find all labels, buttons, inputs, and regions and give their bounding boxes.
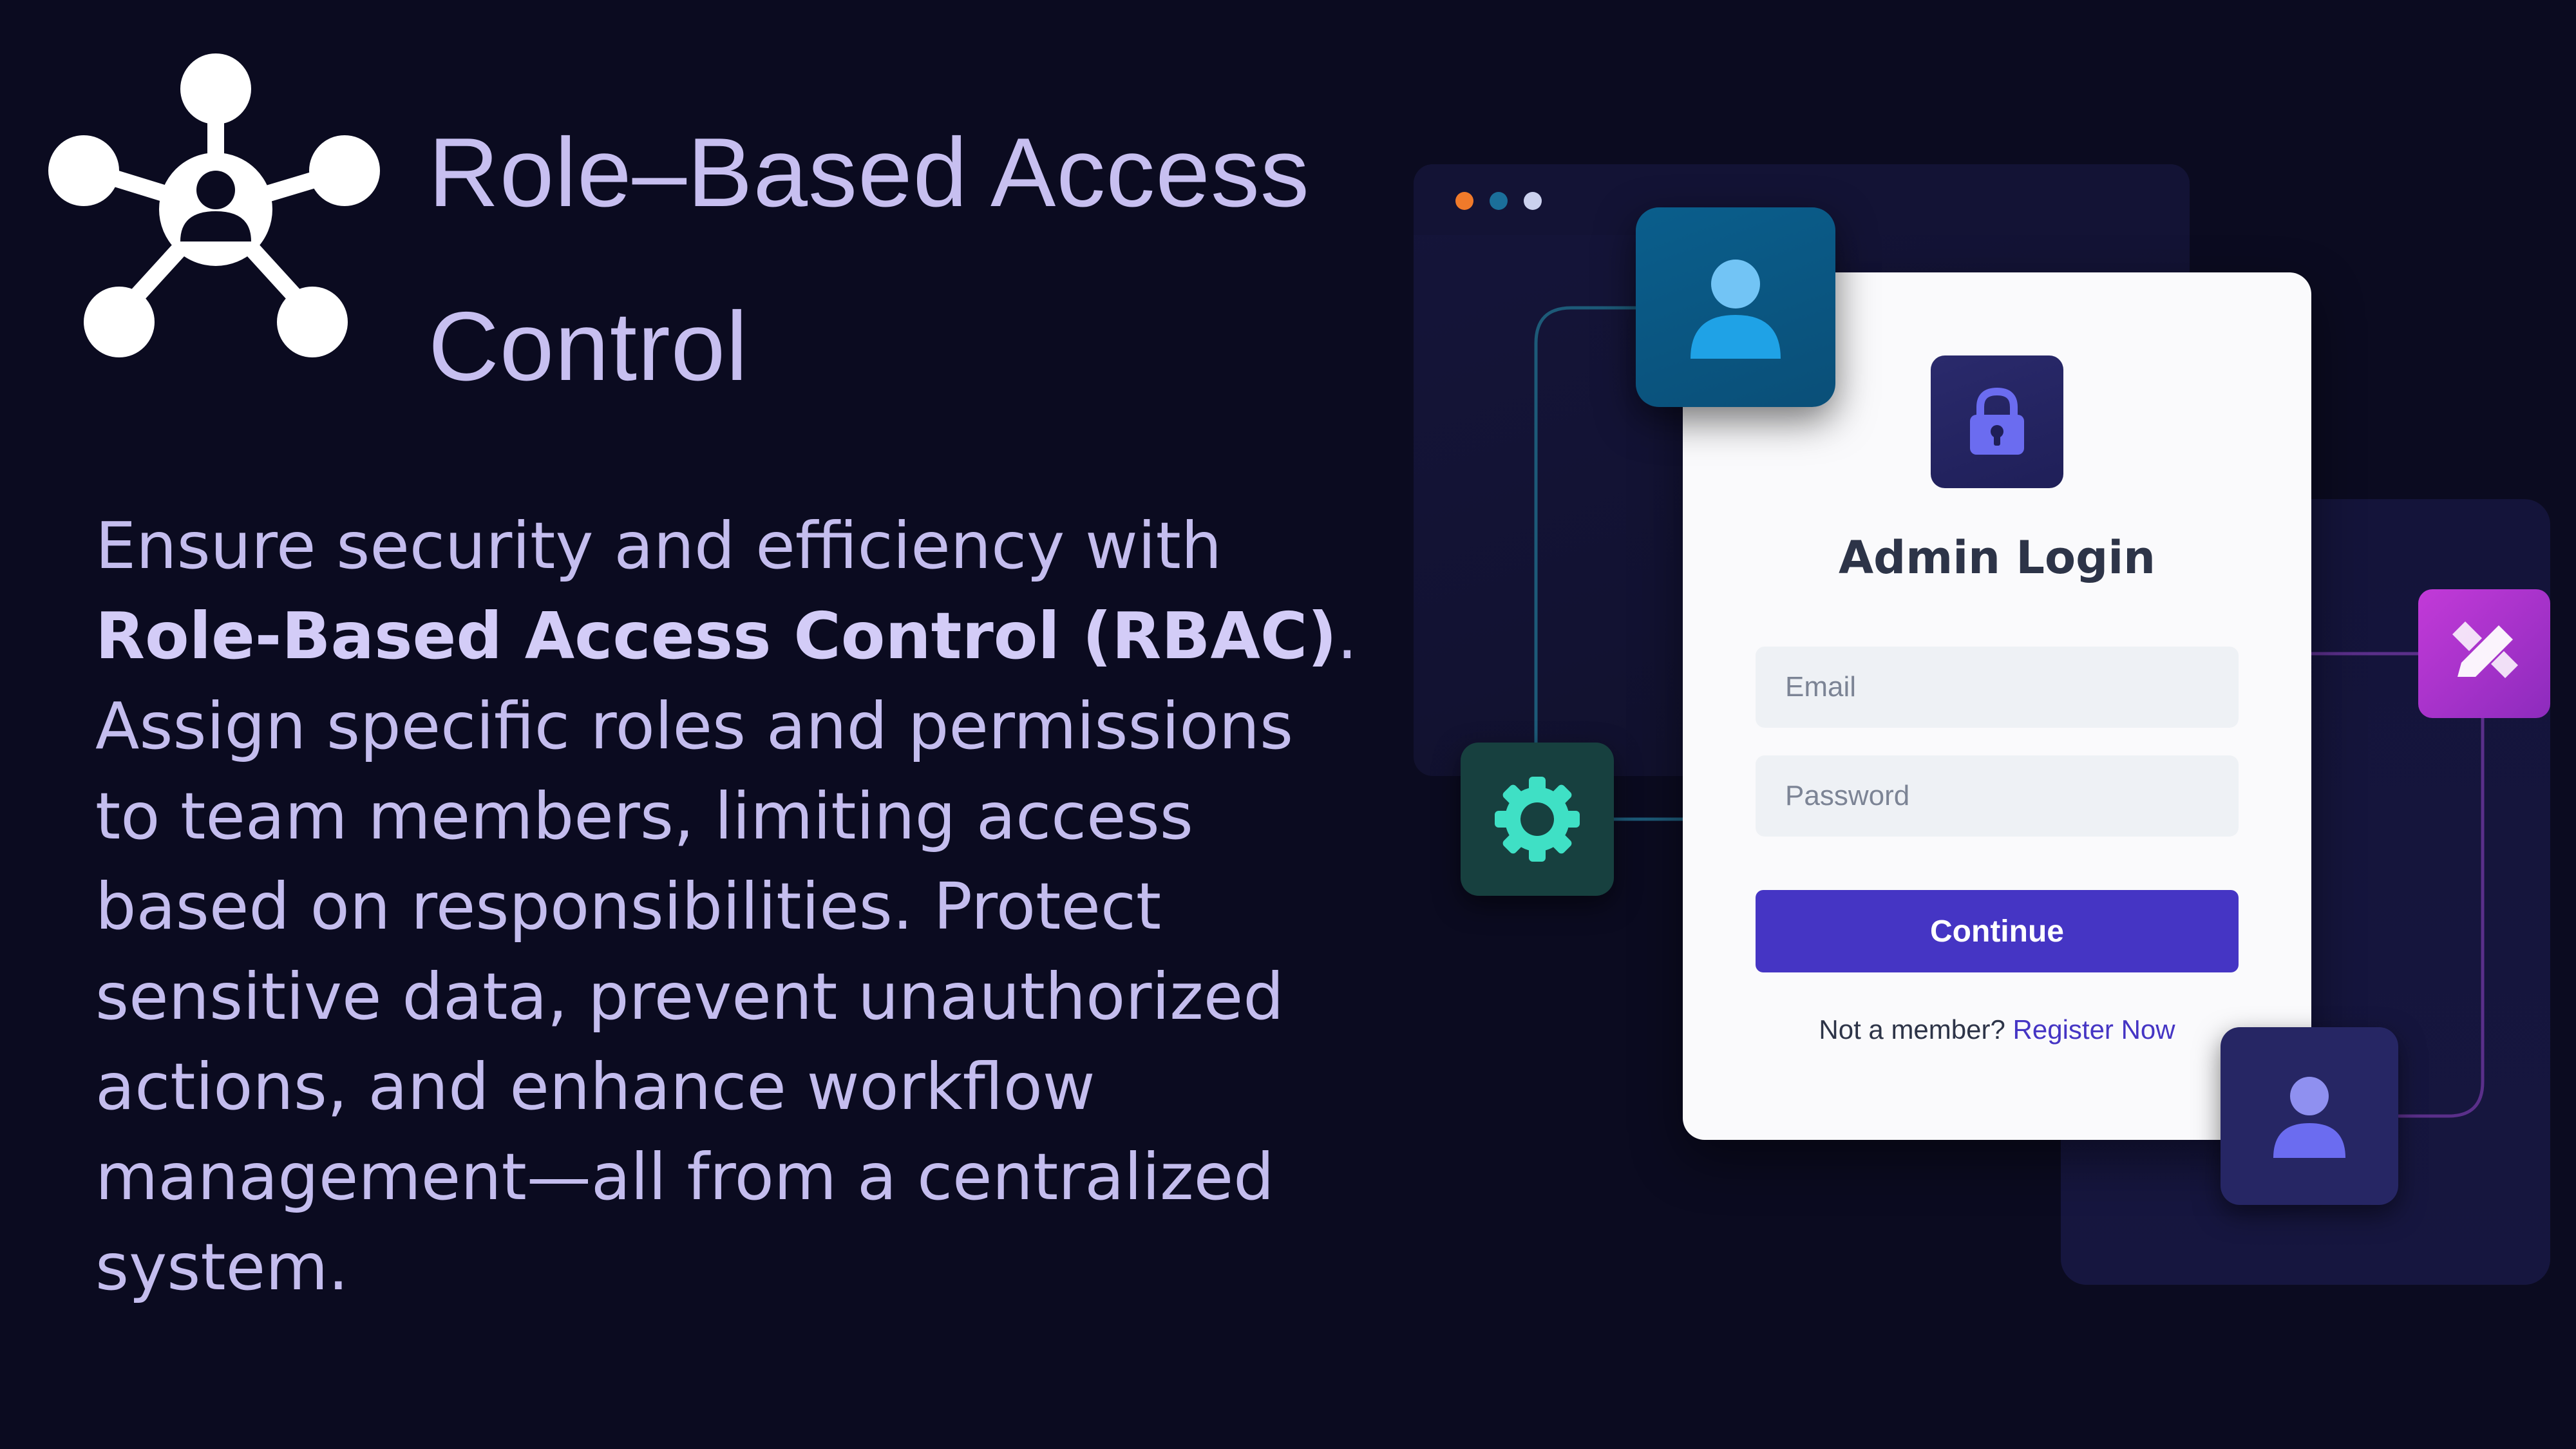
network-user-hub-icon: [48, 53, 380, 357]
window-dot-blue: [1490, 192, 1508, 210]
description-line: Ensure security and efficiency with: [95, 508, 1222, 583]
description-line: sensitive data, prevent unauthorized: [95, 959, 1284, 1034]
description-line: Assign specific roles and permissions: [95, 688, 1294, 764]
rbac-emphasis: Role-Based Access Control (RBAC): [95, 598, 1337, 674]
continue-button[interactable]: Continue: [1756, 890, 2239, 972]
description-punct: .: [1336, 598, 1358, 674]
window-dot-orange: [1455, 192, 1473, 210]
user-icon: [1690, 260, 1781, 359]
lock-tile: [1931, 355, 2063, 488]
page-title-line1: Role–Based Access: [428, 118, 1310, 227]
description-line: actions, and enhance workflow: [95, 1049, 1095, 1124]
page-title-line2: Control: [428, 292, 748, 401]
window-dot-light: [1524, 192, 1542, 210]
user-tile-bottom: [2221, 1027, 2398, 1205]
description-line: based on responsibilities. Protect: [95, 869, 1162, 944]
email-field[interactable]: [1756, 647, 2239, 728]
member-prompt-text: Not a member?: [1819, 1014, 2005, 1045]
gear-icon: [1495, 777, 1580, 862]
gear-tile: [1461, 743, 1614, 896]
lock-icon: [1970, 387, 2024, 455]
user-tile-top: [1636, 207, 1835, 407]
description-line: management—all from a centralized: [95, 1139, 1274, 1215]
register-link[interactable]: Register Now: [2013, 1014, 2175, 1045]
edit-icon: [2452, 621, 2518, 678]
description-line: to team members, limiting access: [95, 779, 1193, 854]
edit-tile[interactable]: [2418, 589, 2550, 718]
description: Ensure security and efficiency with Role…: [95, 501, 1358, 1312]
description-line: Role-Based Access Control (RBAC).: [95, 591, 1358, 681]
login-title: Admin Login: [1838, 531, 2156, 584]
description-line: system.: [95, 1229, 349, 1305]
user-icon: [2273, 1077, 2345, 1158]
password-field[interactable]: [1756, 755, 2239, 837]
register-prompt: Not a member? Register Now: [1683, 1014, 2311, 1045]
